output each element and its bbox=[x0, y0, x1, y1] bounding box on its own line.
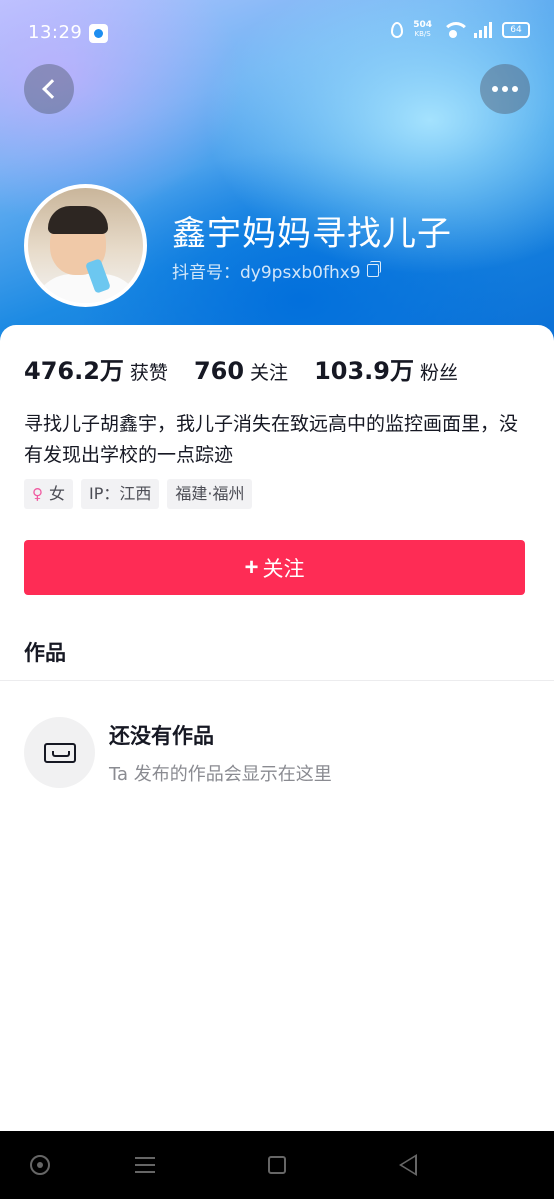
douyin-id-text: 抖音号：dy9psxb0fhx9 bbox=[172, 263, 361, 283]
tag-text: 女 bbox=[49, 484, 66, 503]
system-nav-bar bbox=[0, 1131, 554, 1199]
follow-label: 关注 bbox=[262, 557, 305, 581]
douyin-id[interactable]: 抖音号：dy9psxb0fhx9 bbox=[172, 258, 381, 283]
profile-nickname: 鑫宇妈妈寻找儿子 bbox=[172, 214, 452, 254]
more-dots-icon bbox=[492, 86, 518, 92]
stat-value: 476.2万 bbox=[24, 357, 124, 385]
nav-home-icon[interactable] bbox=[30, 1155, 50, 1175]
stat-following[interactable]: 760 关注 bbox=[194, 357, 288, 385]
copy-icon[interactable] bbox=[366, 261, 381, 277]
tag-ip: IP：江西 bbox=[81, 479, 160, 509]
stat-label: 关注 bbox=[250, 362, 289, 384]
network-speed-unit: KB/S bbox=[414, 30, 431, 38]
empty-title: 还没有作品 bbox=[109, 723, 214, 748]
female-icon: ♀ bbox=[32, 485, 43, 503]
battery-icon: 64 bbox=[502, 22, 530, 38]
network-speed: 504 KB/S bbox=[413, 21, 432, 39]
status-bar: 13:29 504 KB/S 64 bbox=[0, 0, 554, 66]
profile-bio: 寻找儿子胡鑫宇，我儿子消失在致远高中的监控画面里，没有发现出学校的一点踪迹 bbox=[24, 413, 519, 466]
profile-tags: ♀ 女 IP：江西 福建·福州 bbox=[24, 479, 253, 509]
empty-subtitle: Ta 发布的作品会显示在这里 bbox=[109, 763, 332, 785]
network-speed-value: 504 bbox=[413, 20, 432, 30]
app-notification-icon bbox=[89, 24, 108, 43]
status-time: 13:29 bbox=[28, 22, 83, 43]
stat-value: 760 bbox=[193, 357, 245, 385]
stat-label: 获赞 bbox=[129, 362, 168, 384]
profile-stats: 476.2万 获赞 760 关注 103.9万 粉丝 bbox=[24, 351, 458, 386]
signal-icon bbox=[474, 22, 492, 38]
nav-menu-icon[interactable] bbox=[135, 1157, 155, 1173]
tag-location: 福建·福州 bbox=[167, 479, 253, 509]
tab-works[interactable]: 作品 bbox=[24, 637, 66, 667]
more-button[interactable] bbox=[480, 64, 530, 114]
stat-likes[interactable]: 476.2万 获赞 bbox=[24, 351, 168, 386]
follow-button[interactable]: + 关注 bbox=[24, 540, 525, 595]
inbox-tray-icon bbox=[43, 742, 76, 763]
stat-followers[interactable]: 103.9万 粉丝 bbox=[314, 351, 458, 386]
data-saver-icon bbox=[391, 22, 404, 38]
profile-card: 476.2万 获赞 760 关注 103.9万 粉丝 寻找儿子胡鑫宇，我儿子消失… bbox=[0, 325, 554, 1131]
status-icons: 504 KB/S 64 bbox=[391, 21, 530, 39]
wifi-icon bbox=[442, 22, 470, 38]
works-empty-state: 还没有作品 Ta 发布的作品会显示在这里 bbox=[24, 717, 332, 788]
stat-value: 103.9万 bbox=[314, 357, 414, 385]
chevron-left-icon bbox=[41, 79, 62, 99]
nav-back-icon[interactable] bbox=[399, 1154, 417, 1176]
stat-label: 粉丝 bbox=[419, 362, 458, 384]
avatar[interactable] bbox=[24, 184, 147, 307]
nav-recent-icon[interactable] bbox=[268, 1156, 286, 1174]
plus-icon: + bbox=[244, 553, 259, 581]
empty-icon-container bbox=[24, 717, 95, 788]
back-button[interactable] bbox=[24, 64, 74, 114]
tag-gender: ♀ 女 bbox=[24, 479, 74, 509]
divider bbox=[0, 680, 554, 681]
